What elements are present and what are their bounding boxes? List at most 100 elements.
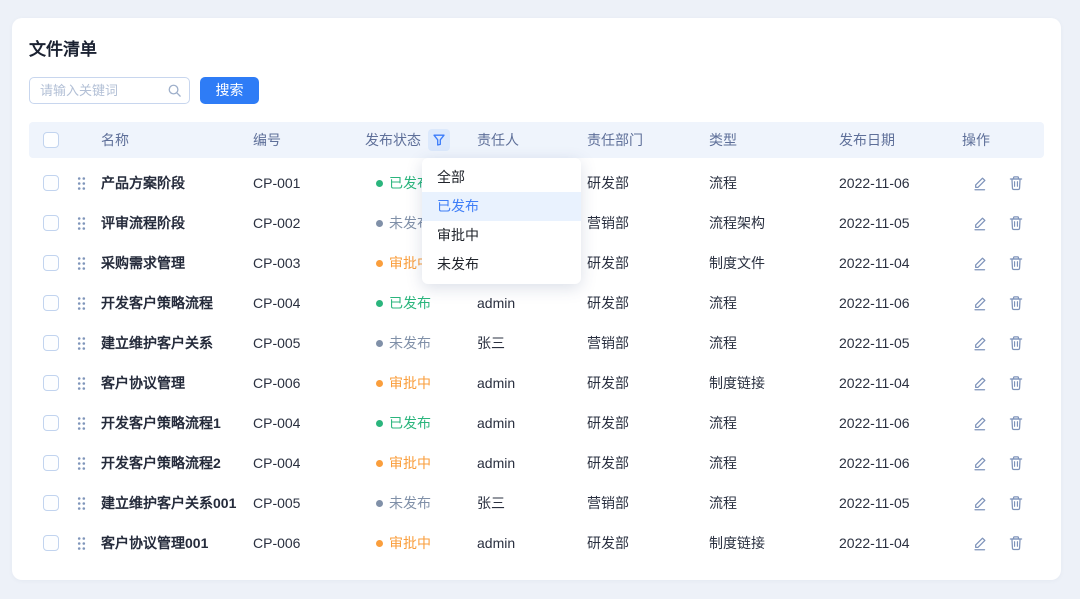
delete-button[interactable]	[1007, 534, 1025, 552]
drag-handle-icon[interactable]	[77, 176, 86, 191]
row-checkbox[interactable]	[43, 535, 59, 551]
edit-button[interactable]	[971, 334, 989, 352]
cell-type: 制度链接	[705, 533, 835, 553]
cell-code: CP-001	[249, 175, 361, 191]
cell-person: admin	[473, 375, 583, 391]
cell-name: 开发客户策略流程2	[97, 453, 249, 473]
drag-handle-icon[interactable]	[77, 416, 86, 431]
cell-person: 张三	[473, 493, 583, 513]
row-checkbox[interactable]	[43, 415, 59, 431]
status-dot-icon	[376, 500, 383, 507]
delete-icon	[1007, 454, 1025, 472]
edit-button[interactable]	[971, 454, 989, 472]
delete-button[interactable]	[1007, 414, 1025, 432]
status-label: 审批中	[389, 453, 431, 473]
delete-button[interactable]	[1007, 294, 1025, 312]
delete-button[interactable]	[1007, 494, 1025, 512]
drag-handle-icon[interactable]	[77, 536, 86, 551]
row-checkbox[interactable]	[43, 375, 59, 391]
cell-person: admin	[473, 455, 583, 471]
cell-code: CP-005	[249, 335, 361, 351]
row-checkbox[interactable]	[43, 335, 59, 351]
filter-option[interactable]: 全部	[422, 163, 581, 192]
row-checkbox[interactable]	[43, 455, 59, 471]
drag-handle-icon[interactable]	[77, 216, 86, 231]
drag-handle-icon[interactable]	[77, 336, 86, 351]
status-dot-icon	[376, 380, 383, 387]
drag-handle-icon[interactable]	[77, 256, 86, 271]
cell-date: 2022-11-04	[835, 255, 955, 271]
table-header: 名称 编号 发布状态 责任人 责任部门 类型 发布日期 操作	[29, 122, 1044, 158]
cell-dept: 研发部	[583, 253, 705, 273]
delete-button[interactable]	[1007, 454, 1025, 472]
delete-icon	[1007, 254, 1025, 272]
cell-date: 2022-11-06	[835, 415, 955, 431]
row-checkbox[interactable]	[43, 175, 59, 191]
delete-button[interactable]	[1007, 174, 1025, 192]
edit-button[interactable]	[971, 414, 989, 432]
edit-button[interactable]	[971, 494, 989, 512]
cell-name: 产品方案阶段	[97, 173, 249, 193]
cell-code: CP-004	[249, 415, 361, 431]
drag-handle-icon[interactable]	[77, 496, 86, 511]
delete-icon	[1007, 494, 1025, 512]
status-badge: 审批中	[365, 373, 431, 393]
cell-dept: 研发部	[583, 413, 705, 433]
cell-name: 开发客户策略流程	[97, 293, 249, 313]
delete-icon	[1007, 374, 1025, 392]
edit-button[interactable]	[971, 174, 989, 192]
cell-dept: 营销部	[583, 213, 705, 233]
edit-icon	[971, 454, 989, 472]
filter-option[interactable]: 未发布	[422, 250, 581, 279]
cell-type: 流程	[705, 413, 835, 433]
drag-handle-icon[interactable]	[77, 296, 86, 311]
table-row: 客户协议管理001 CP-006 审批中 admin 研发部 制度链接 2022…	[29, 523, 1044, 563]
delete-button[interactable]	[1007, 334, 1025, 352]
search-input[interactable]	[29, 77, 190, 104]
select-all-checkbox[interactable]	[43, 132, 59, 148]
drag-handle-icon[interactable]	[77, 376, 86, 391]
cell-date: 2022-11-05	[835, 495, 955, 511]
cell-person: admin	[473, 415, 583, 431]
filter-option[interactable]: 已发布	[422, 192, 581, 221]
edit-button[interactable]	[971, 534, 989, 552]
delete-button[interactable]	[1007, 374, 1025, 392]
edit-button[interactable]	[971, 374, 989, 392]
drag-handle-icon[interactable]	[77, 456, 86, 471]
cell-date: 2022-11-04	[835, 535, 955, 551]
status-badge: 审批中	[365, 453, 431, 473]
row-checkbox[interactable]	[43, 215, 59, 231]
cell-person: admin	[473, 295, 583, 311]
cell-dept: 研发部	[583, 173, 705, 193]
search-icon	[167, 83, 182, 98]
cell-name: 评审流程阶段	[97, 213, 249, 233]
edit-button[interactable]	[971, 214, 989, 232]
cell-type: 制度链接	[705, 373, 835, 393]
edit-button[interactable]	[971, 254, 989, 272]
status-dot-icon	[376, 180, 383, 187]
delete-button[interactable]	[1007, 214, 1025, 232]
row-checkbox[interactable]	[43, 495, 59, 511]
search-button[interactable]: 搜索	[200, 77, 259, 104]
cell-person: 张三	[473, 333, 583, 353]
row-checkbox[interactable]	[43, 295, 59, 311]
delete-button[interactable]	[1007, 254, 1025, 272]
filter-option[interactable]: 审批中	[422, 221, 581, 250]
delete-icon	[1007, 334, 1025, 352]
status-dot-icon	[376, 260, 383, 267]
status-filter-button[interactable]	[428, 129, 450, 151]
cell-code: CP-004	[249, 295, 361, 311]
table-row: 开发客户策略流程2 CP-004 审批中 admin 研发部 流程 2022-1…	[29, 443, 1044, 483]
edit-button[interactable]	[971, 294, 989, 312]
status-dot-icon	[376, 540, 383, 547]
delete-icon	[1007, 534, 1025, 552]
column-header-person: 责任人	[473, 130, 583, 150]
row-checkbox[interactable]	[43, 255, 59, 271]
column-header-ops: 操作	[955, 130, 1044, 150]
status-dot-icon	[376, 460, 383, 467]
cell-date: 2022-11-05	[835, 335, 955, 351]
column-header-code: 编号	[249, 130, 361, 150]
search-box[interactable]	[29, 77, 190, 104]
edit-icon	[971, 534, 989, 552]
edit-icon	[971, 494, 989, 512]
